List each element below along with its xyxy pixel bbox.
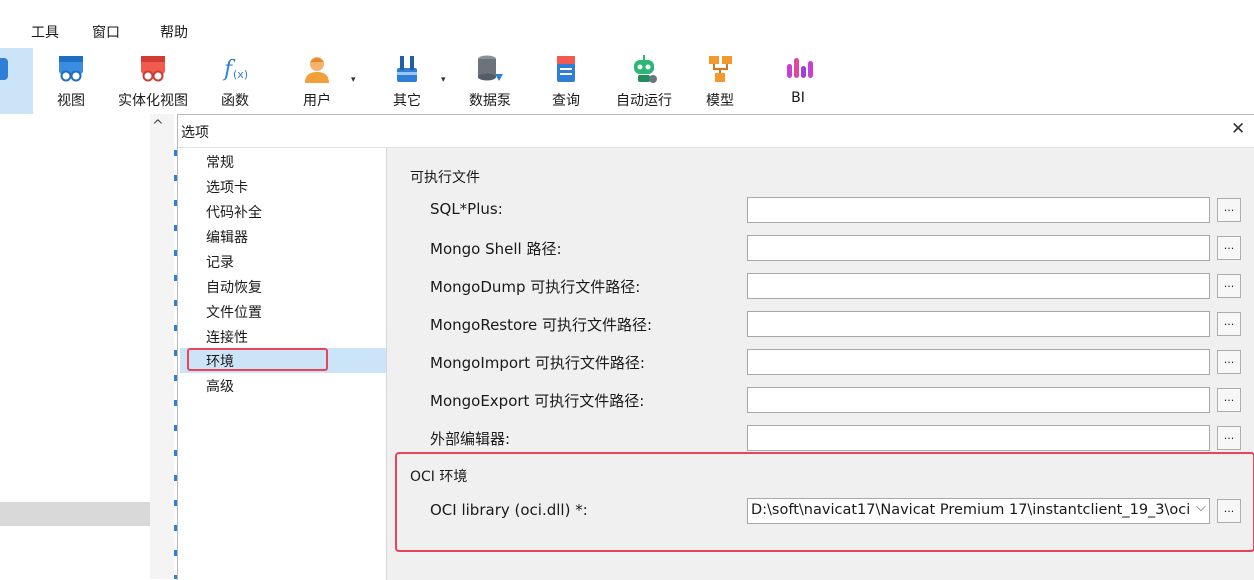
category-file-location[interactable]: 文件位置	[206, 302, 262, 322]
mongo-shell-path-input[interactable]	[747, 235, 1210, 261]
other-dropdown-chevron-icon[interactable]: ▾	[441, 75, 446, 85]
label-mongorestore: MongoRestore 可执行文件路径:	[430, 316, 653, 334]
toolbar-label-data-pump: 数据泵	[469, 93, 511, 109]
view-icon	[59, 56, 83, 82]
toolbar-label-materialized-view: 实体化视图	[118, 93, 188, 109]
label-mongoexport: MongoExport 可执行文件路径:	[430, 392, 645, 410]
toolbar-label-other: 其它	[393, 93, 421, 109]
toolbar-label-function: 函数	[221, 93, 249, 109]
sqlplus-path-input[interactable]	[747, 197, 1210, 223]
category-log[interactable]: 记录	[206, 252, 234, 272]
menu-help[interactable]: 帮助	[160, 22, 188, 42]
user-icon	[305, 57, 329, 83]
external-editor-browse-button[interactable]: ...	[1217, 426, 1241, 450]
mongodump-browse-button[interactable]: ...	[1217, 274, 1241, 298]
toolbar-button-model[interactable]: 模型	[694, 48, 746, 114]
close-icon[interactable]: ✕	[1231, 119, 1245, 139]
label-oci-library: OCI library (oci.dll) *:	[430, 501, 588, 519]
oci-library-value: D:\soft\navicat17\Navicat Premium 17\ins…	[751, 502, 1191, 518]
toolbar-label-bi: BI	[791, 90, 805, 106]
scroll-up-chevron-icon[interactable]: ^	[152, 118, 164, 134]
toolbar-label-view: 视图	[57, 93, 85, 109]
category-connectivity[interactable]: 连接性	[206, 327, 248, 347]
label-external-editor: 外部编辑器:	[430, 430, 511, 448]
model-icon	[709, 56, 732, 82]
mongoexport-path-input[interactable]	[747, 387, 1210, 413]
automation-robot-icon	[634, 55, 657, 83]
data-pump-icon	[478, 55, 503, 81]
external-editor-path-input[interactable]	[747, 425, 1210, 451]
tools-icon	[397, 56, 417, 82]
label-mongoimport: MongoImport 可执行文件路径:	[430, 354, 645, 372]
toolbar-button-function[interactable]: f (x) 函数	[206, 48, 264, 114]
mongoimport-browse-button[interactable]: ...	[1217, 350, 1241, 374]
mongoimport-path-input[interactable]	[747, 349, 1210, 375]
environment-settings-panel: 可执行文件 SQL*Plus: ... Mongo Shell 路径: ... …	[387, 148, 1254, 580]
mongo-shell-browse-button[interactable]: ...	[1217, 236, 1241, 260]
category-list: 常规 选项卡 代码补全 编辑器 记录 自动恢复 文件位置 连接性 环境 高级	[178, 148, 387, 580]
materialized-view-icon	[141, 56, 165, 82]
table-icon	[0, 58, 8, 80]
bi-icon	[787, 58, 813, 78]
mongorestore-path-input[interactable]	[747, 311, 1210, 337]
category-editor[interactable]: 编辑器	[206, 227, 248, 247]
toolbar-button-query[interactable]: 查询	[540, 48, 592, 114]
query-icon	[557, 56, 575, 82]
navigator-scrollbar[interactable]: ^	[150, 114, 174, 579]
mongodump-path-input[interactable]	[747, 273, 1210, 299]
toolbar-button-bi[interactable]: BI	[772, 48, 824, 114]
toolbar-button-other[interactable]: 其它	[380, 48, 434, 114]
menu-tools[interactable]: 工具	[31, 22, 59, 42]
toolbar-button-data-pump[interactable]: 数据泵	[462, 48, 518, 114]
menu-window[interactable]: 窗口	[92, 22, 120, 42]
section-oci: OCI 环境	[410, 469, 468, 485]
section-executables: 可执行文件	[410, 170, 480, 186]
mongoexport-browse-button[interactable]: ...	[1217, 388, 1241, 412]
user-dropdown-chevron-icon[interactable]: ▾	[351, 75, 356, 85]
oci-library-select[interactable]: D:\soft\navicat17\Navicat Premium 17\ins…	[747, 498, 1210, 524]
category-code-completion[interactable]: 代码补全	[206, 202, 262, 222]
toolbar-button-table-partial[interactable]	[0, 48, 33, 114]
label-mongodump: MongoDump 可执行文件路径:	[430, 278, 641, 296]
navigator-pane	[0, 114, 150, 579]
mongorestore-browse-button[interactable]: ...	[1217, 312, 1241, 336]
navigator-selected-row[interactable]	[0, 502, 150, 526]
oci-library-browse-button[interactable]: ...	[1217, 499, 1241, 523]
svg-text:(x): (x)	[233, 68, 248, 81]
toolbar: 视图 实体化视图 f (x) 函数 用户 ▾ 其它 ▾ 数据泵 查询 自动运行 …	[0, 48, 1254, 114]
label-sqlplus: SQL*Plus:	[430, 200, 503, 218]
toolbar-label-query: 查询	[552, 93, 580, 109]
menu-bar: 工具 窗口 帮助	[0, 14, 1254, 48]
label-mongo-shell: Mongo Shell 路径:	[430, 240, 562, 258]
chevron-down-icon[interactable]: ⌵	[1194, 500, 1206, 515]
toolbar-button-view[interactable]: 视图	[44, 48, 98, 114]
toolbar-label-user: 用户	[303, 93, 331, 109]
dialog-title: 选项	[181, 125, 209, 141]
toolbar-button-automation[interactable]: 自动运行	[608, 48, 680, 114]
category-environment[interactable]: 环境	[206, 351, 234, 371]
category-tabs[interactable]: 选项卡	[206, 177, 248, 197]
toolbar-label-model: 模型	[706, 93, 734, 109]
category-auto-recovery[interactable]: 自动恢复	[206, 277, 262, 297]
options-dialog: 选项 ✕ 常规 选项卡 代码补全 编辑器 记录 自动恢复 文件位置 连接性 环境…	[177, 114, 1254, 580]
category-advanced[interactable]: 高级	[206, 376, 234, 396]
toolbar-button-materialized-view[interactable]: 实体化视图	[112, 48, 194, 114]
toolbar-button-user[interactable]: 用户	[290, 48, 344, 114]
sqlplus-browse-button[interactable]: ...	[1217, 198, 1241, 222]
toolbar-label-automation: 自动运行	[616, 93, 672, 109]
dialog-title-bar: 选项 ✕	[178, 115, 1254, 148]
category-general[interactable]: 常规	[206, 152, 234, 172]
function-icon: f (x)	[222, 57, 248, 82]
